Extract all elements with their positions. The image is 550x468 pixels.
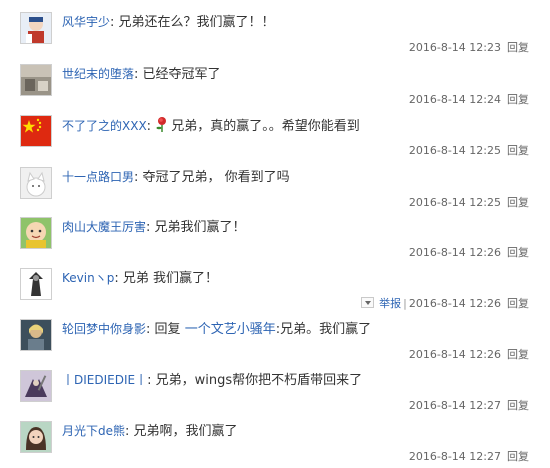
colon: : [146, 220, 155, 235]
comment-time: 2016-8-14 12:24 [408, 93, 501, 106]
reply-button[interactable]: 回复 [507, 297, 529, 310]
cat-avatar-icon[interactable] [20, 167, 52, 199]
comment-author[interactable]: 世纪末的堕落 [62, 67, 134, 81]
reply-prefix: 回复 [154, 322, 181, 337]
comment-author[interactable]: 轮回梦中你身影 [62, 322, 146, 336]
comment-author[interactable]: Kevinヽp [62, 271, 114, 285]
comment-text: 兄弟 我们赢了！ [122, 271, 218, 286]
colon: : [134, 67, 143, 82]
comment-time: 2016-8-14 12:26 [408, 297, 501, 310]
comment-author[interactable]: 不了了之的XXX [62, 119, 147, 133]
separator: | [403, 297, 407, 310]
colon: : [146, 119, 156, 134]
colon: : [147, 373, 156, 388]
rose-icon [155, 116, 169, 132]
cartoon-avatar-icon[interactable] [20, 12, 52, 44]
comment-time: 2016-8-14 12:27 [408, 450, 501, 463]
girl-avatar-icon[interactable] [20, 421, 52, 453]
warrior-avatar-icon[interactable] [20, 370, 52, 402]
comment-list: 风华宇少: 兄弟还在么？我们赢了！！ 2016-8-14 12:23 回复 世纪末… [0, 0, 550, 468]
comment-time: 2016-8-14 12:26 [408, 246, 501, 259]
colon: : [114, 271, 123, 286]
reply-button[interactable]: 回复 [507, 450, 529, 463]
colon: : [134, 170, 143, 185]
comment-author[interactable]: 丨DIEDIEDIE丨 [62, 373, 147, 387]
reply-button[interactable]: 回复 [507, 93, 529, 106]
reply-button[interactable]: 回复 [507, 144, 529, 157]
comment-text: 兄弟，真的赢了。。希望你能看到 [171, 119, 360, 134]
comment-author[interactable]: 十一点路口男 [62, 170, 134, 184]
colon: : [125, 424, 134, 439]
comment-time: 2016-8-14 12:25 [408, 196, 501, 209]
room-photo-avatar-icon[interactable] [20, 64, 52, 96]
reply-button[interactable]: 回复 [507, 246, 529, 259]
reply-button[interactable]: 回复 [507, 41, 529, 54]
comment-text: 兄弟。我们赢了 [280, 322, 372, 337]
dropdown-icon[interactable] [361, 297, 375, 308]
comment-text: 已经夺冠军了 [142, 67, 221, 82]
colon: : [146, 322, 155, 337]
comment-text: 兄弟啊，我们赢了 [133, 424, 238, 439]
reply-button[interactable]: 回复 [507, 196, 529, 209]
comment-text: 兄弟还在么？我们赢了！！ [118, 15, 275, 30]
bald-kid-avatar-icon[interactable] [20, 217, 52, 249]
reply-button[interactable]: 回复 [507, 399, 529, 412]
dark-figure-avatar-icon[interactable] [20, 268, 52, 300]
comment-author[interactable]: 月光下de熊 [62, 424, 125, 438]
china-flag-avatar-icon[interactable] [20, 115, 52, 147]
comment-time: 2016-8-14 12:25 [408, 144, 501, 157]
comment-text: 兄弟我们赢了！ [154, 220, 246, 235]
comment-time: 2016-8-14 12:26 [408, 348, 501, 361]
colon: : [110, 15, 119, 30]
comment-text: 兄弟，wings帮你把不朽盾带回来了 [155, 373, 363, 388]
reply-button[interactable]: 回复 [507, 348, 529, 361]
game-character-avatar-icon[interactable] [20, 319, 52, 351]
comment-author[interactable]: 肉山大魔王厉害 [62, 220, 146, 234]
comment-text: 夺冠了兄弟， 你看到了吗 [142, 170, 290, 185]
comment-author[interactable]: 风华宇少 [62, 15, 110, 29]
comment-time: 2016-8-14 12:27 [408, 399, 501, 412]
reply-to-user-link[interactable]: 一个文艺小骚年 [185, 322, 276, 337]
report-button[interactable]: 举报 [379, 297, 401, 310]
comment-time: 2016-8-14 12:23 [408, 41, 501, 54]
